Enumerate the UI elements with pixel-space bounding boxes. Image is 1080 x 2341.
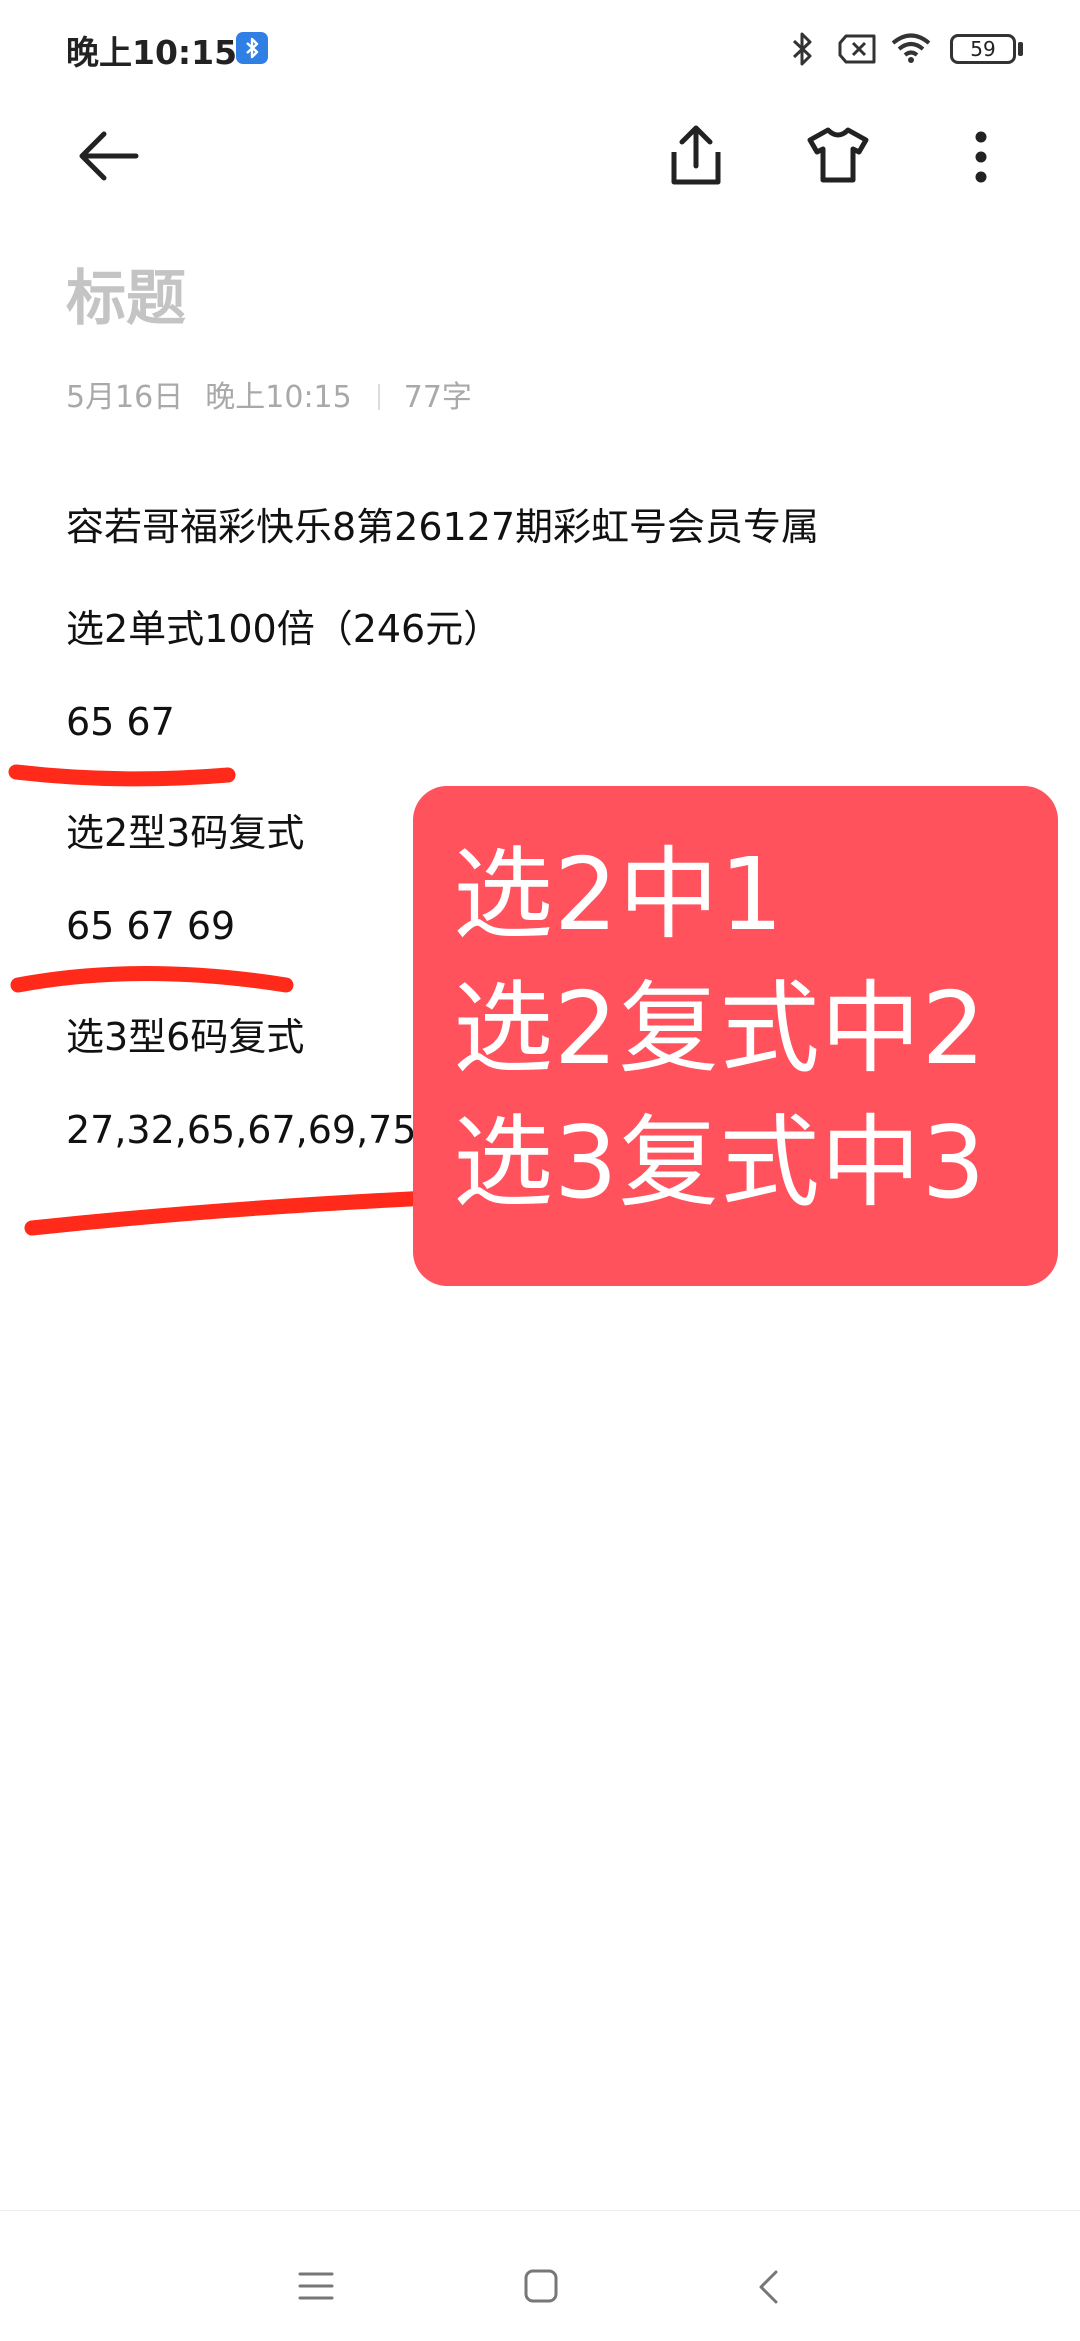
- sim-off-icon: [838, 34, 876, 64]
- result-overlay-card: 选2中1 选2复式中2 选3复式中3: [413, 786, 1058, 1286]
- note-title-input[interactable]: 标题: [66, 250, 186, 337]
- note-line[interactable]: 选2型3码复式: [66, 802, 304, 857]
- bluetooth-badge-icon: [236, 32, 268, 64]
- overlay-line: 选2中1: [453, 836, 785, 953]
- battery-nub: [1018, 42, 1023, 56]
- note-line[interactable]: 容若哥福彩快乐8第26127期彩虹号会员专属: [66, 496, 819, 551]
- home-square-icon[interactable]: [524, 2269, 558, 2303]
- menu-icon[interactable]: [298, 2271, 334, 2301]
- bluetooth-icon: [792, 32, 812, 66]
- underline-stroke: [24, 1190, 438, 1236]
- note-line[interactable]: 65 67: [66, 700, 175, 744]
- note-line[interactable]: 选2单式100倍（246元）: [66, 598, 501, 653]
- note-line[interactable]: 选3型6码复式: [66, 1006, 304, 1061]
- note-line[interactable]: 27,32,65,67,69,75: [66, 1108, 417, 1152]
- meta-divider: [377, 384, 380, 410]
- battery-icon: 59: [950, 34, 1016, 64]
- theme-shirt-icon[interactable]: [806, 126, 870, 184]
- note-meta: 5月16日 晚上10:15 77字: [66, 372, 472, 416]
- more-vertical-icon[interactable]: [972, 130, 990, 184]
- status-time: 晚上10:15: [66, 33, 238, 72]
- system-nav-bar: [0, 2210, 1080, 2341]
- wifi-icon: [891, 33, 931, 63]
- note-line[interactable]: 65 67 69: [66, 904, 235, 948]
- note-time: 晚上10:15: [205, 380, 352, 415]
- status-bar: 晚上10:15 59: [0, 0, 1080, 100]
- back-arrow-icon[interactable]: [76, 128, 140, 184]
- share-icon[interactable]: [668, 124, 724, 188]
- underline-stroke: [8, 764, 236, 787]
- note-date: 5月16日: [66, 380, 184, 415]
- overlay-line: 选3复式中3: [453, 1104, 987, 1221]
- overlay-line: 选2复式中2: [453, 970, 987, 1087]
- battery-level: 59: [970, 37, 996, 61]
- underline-stroke: [10, 966, 294, 993]
- back-chevron-icon[interactable]: [756, 2269, 780, 2305]
- note-word-count: 77字: [403, 380, 472, 415]
